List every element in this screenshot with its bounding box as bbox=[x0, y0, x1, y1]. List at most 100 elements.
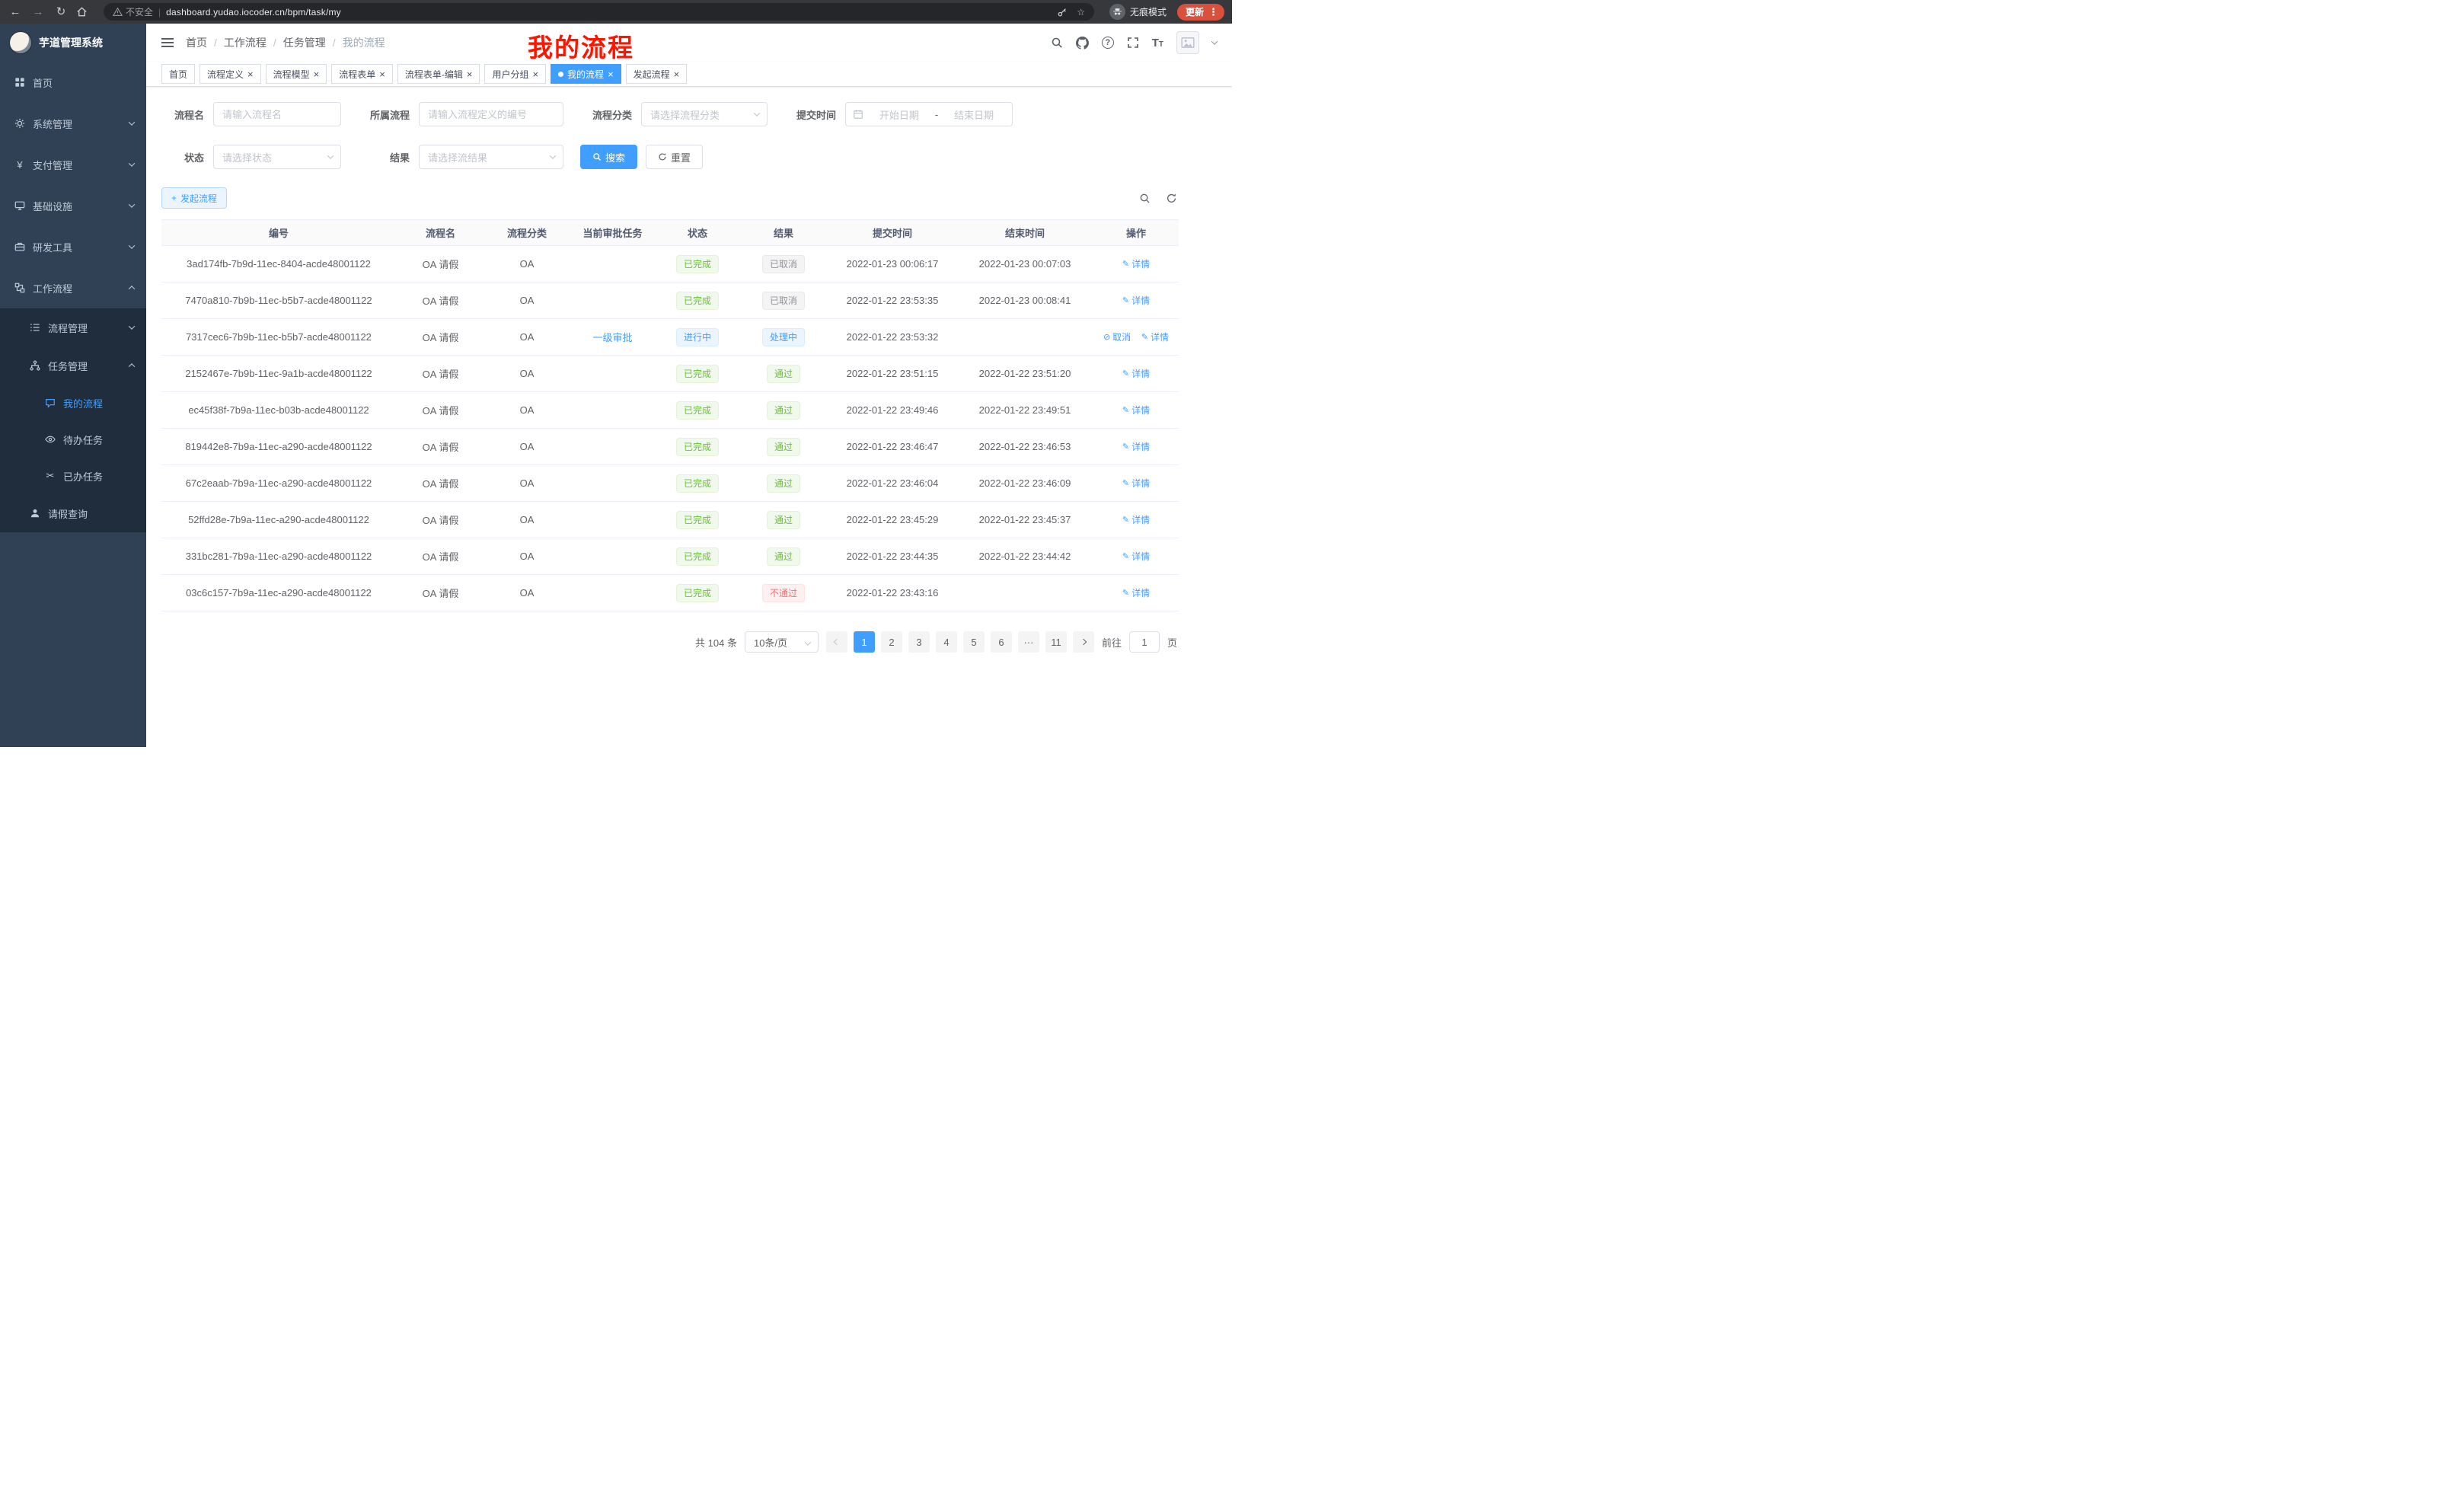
result-select[interactable]: 请选择流结果 bbox=[419, 145, 563, 169]
tab-process-definition[interactable]: 流程定义× bbox=[199, 64, 261, 84]
tab-process-model[interactable]: 流程模型× bbox=[266, 64, 327, 84]
sidebar-item-payment[interactable]: ¥ 支付管理 bbox=[0, 144, 146, 185]
tab-close-icon[interactable]: × bbox=[532, 69, 538, 79]
detail-link[interactable]: ✎详情 bbox=[1122, 477, 1150, 490]
app-title: 芋道管理系统 bbox=[39, 35, 103, 50]
search-icon[interactable] bbox=[1051, 37, 1063, 49]
detail-link[interactable]: ✎详情 bbox=[1122, 513, 1150, 526]
tab-close-icon[interactable]: × bbox=[247, 69, 254, 79]
update-button[interactable]: 更新 ⋮ bbox=[1177, 4, 1224, 21]
sidebar-item-leave-query[interactable]: 请假查询 bbox=[0, 494, 146, 532]
end-date-placeholder[interactable]: 结束日期 bbox=[943, 107, 1005, 122]
tab-close-icon[interactable]: × bbox=[467, 69, 473, 79]
tab-close-icon[interactable]: × bbox=[608, 69, 614, 79]
reset-button[interactable]: 重置 bbox=[646, 145, 703, 169]
sidebar-item-done-tasks[interactable]: ✂ 已办任务 bbox=[0, 458, 146, 494]
detail-link[interactable]: ✎详情 bbox=[1122, 294, 1150, 307]
pager-prev-button[interactable] bbox=[826, 631, 847, 653]
detail-link[interactable]: ✎详情 bbox=[1122, 586, 1150, 599]
pager-page-button[interactable]: 4 bbox=[936, 631, 957, 653]
security-warning[interactable]: 不安全 bbox=[113, 5, 153, 18]
process-name-input[interactable] bbox=[213, 102, 341, 126]
goto-page-input[interactable] bbox=[1129, 631, 1160, 653]
detail-link[interactable]: ✎详情 bbox=[1122, 257, 1150, 270]
goto-prefix: 前往 bbox=[1102, 635, 1122, 650]
category-select[interactable]: 请选择流程分类 bbox=[641, 102, 768, 126]
breadcrumb-item[interactable]: 首页 bbox=[186, 35, 207, 50]
avatar-caret-icon[interactable] bbox=[1211, 38, 1218, 44]
app-logo[interactable]: 芋道管理系统 bbox=[0, 24, 146, 62]
browser-home-icon[interactable] bbox=[76, 6, 91, 18]
font-size-icon[interactable]: TT bbox=[1152, 37, 1163, 49]
edit-icon: ✎ bbox=[1122, 551, 1129, 561]
tab-close-icon[interactable]: × bbox=[314, 69, 320, 79]
status-tag: 已完成 bbox=[676, 365, 719, 383]
menu-fold-icon[interactable] bbox=[161, 38, 174, 47]
process-key-input[interactable] bbox=[419, 102, 563, 126]
sidebar-item-todo-tasks[interactable]: 待办任务 bbox=[0, 421, 146, 458]
detail-link[interactable]: ✎详情 bbox=[1141, 330, 1169, 343]
sidebar-item-workflow[interactable]: 工作流程 bbox=[0, 267, 146, 308]
reload-icon[interactable]: ↻ bbox=[53, 6, 69, 18]
start-process-button[interactable]: + 发起流程 bbox=[161, 187, 227, 209]
tab-start-process[interactable]: 发起流程× bbox=[626, 64, 688, 84]
forward-icon[interactable]: → bbox=[30, 6, 46, 18]
page-size-select[interactable]: 10条/页 bbox=[745, 631, 819, 653]
pager-page-button[interactable]: 1 bbox=[854, 631, 875, 653]
detail-link[interactable]: ✎详情 bbox=[1122, 550, 1150, 563]
table-row: 331bc281-7b9a-11ec-a290-acde48001122 OA … bbox=[161, 538, 1179, 575]
pager-page-button[interactable]: 3 bbox=[908, 631, 930, 653]
edit-icon: ✎ bbox=[1141, 332, 1148, 342]
monitor-icon bbox=[14, 200, 26, 211]
tab-home[interactable]: 首页 bbox=[161, 64, 195, 84]
breadcrumb-item[interactable]: 工作流程 bbox=[224, 35, 267, 50]
detail-link[interactable]: ✎详情 bbox=[1122, 440, 1150, 453]
search-button[interactable]: 搜索 bbox=[580, 145, 637, 169]
sidebar-item-task-management[interactable]: 任务管理 bbox=[0, 346, 146, 385]
breadcrumb-item[interactable]: 任务管理 bbox=[283, 35, 326, 50]
tab-close-icon[interactable]: × bbox=[674, 69, 680, 79]
filter-label-status: 状态 bbox=[161, 150, 204, 164]
status-select[interactable]: 请选择状态 bbox=[213, 145, 341, 169]
address-bar[interactable]: 不安全 | dashboard.yudao.iocoder.cn/bpm/tas… bbox=[104, 3, 1094, 21]
cancel-link[interactable]: ⊘取消 bbox=[1103, 330, 1131, 343]
tab-close-icon[interactable]: × bbox=[379, 69, 385, 79]
edit-icon: ✎ bbox=[1122, 515, 1129, 525]
detail-link[interactable]: ✎详情 bbox=[1122, 404, 1150, 417]
back-icon[interactable]: ← bbox=[8, 6, 23, 18]
tab-process-form-edit[interactable]: 流程表单-编辑× bbox=[397, 64, 480, 84]
pager-page-button[interactable]: 5 bbox=[963, 631, 985, 653]
current-task-link[interactable]: 一级审批 bbox=[592, 332, 632, 343]
sidebar-item-process-management[interactable]: 流程管理 bbox=[0, 308, 146, 346]
start-date-placeholder[interactable]: 开始日期 bbox=[868, 107, 930, 122]
bookmark-star-icon[interactable]: ☆ bbox=[1077, 7, 1085, 18]
pager-page-button[interactable]: 11 bbox=[1045, 631, 1067, 653]
sidebar-item-my-process[interactable]: 我的流程 bbox=[0, 385, 146, 421]
key-icon[interactable] bbox=[1057, 7, 1068, 18]
security-label: 不安全 bbox=[126, 5, 153, 18]
sidebar-item-system[interactable]: 系统管理 bbox=[0, 103, 146, 144]
browser-menu-icon[interactable]: ⋮ bbox=[1206, 6, 1221, 18]
table-refresh-icon[interactable] bbox=[1166, 193, 1177, 204]
pager-next-button[interactable] bbox=[1073, 631, 1094, 653]
pager-page-button[interactable]: 2 bbox=[881, 631, 902, 653]
breadcrumb: 首页 / 工作流程 / 任务管理 / 我的流程 bbox=[186, 35, 385, 50]
github-icon[interactable] bbox=[1076, 37, 1089, 49]
detail-link[interactable]: ✎详情 bbox=[1122, 367, 1150, 380]
col-category: 流程分类 bbox=[485, 220, 569, 246]
pager-more-button[interactable]: ··· bbox=[1018, 631, 1039, 653]
sidebar-item-infrastructure[interactable]: 基础设施 bbox=[0, 185, 146, 226]
submit-time-range-picker[interactable]: 开始日期 - 结束日期 bbox=[845, 102, 1013, 126]
table-search-icon[interactable] bbox=[1139, 193, 1151, 204]
select-caret-icon bbox=[327, 152, 334, 158]
sidebar-item-devtools[interactable]: 研发工具 bbox=[0, 226, 146, 267]
help-icon[interactable]: ? bbox=[1102, 37, 1114, 49]
pager-page-button[interactable]: 6 bbox=[991, 631, 1012, 653]
tab-my-process[interactable]: 我的流程× bbox=[551, 64, 621, 84]
user-avatar[interactable] bbox=[1176, 31, 1199, 54]
tab-user-group[interactable]: 用户分组× bbox=[484, 64, 546, 84]
fullscreen-icon[interactable] bbox=[1127, 37, 1139, 49]
sidebar-item-home[interactable]: 首页 bbox=[0, 62, 146, 103]
tab-process-form[interactable]: 流程表单× bbox=[331, 64, 393, 84]
screen: ← → ↻ 不安全 | dashboard.yudao.iocoder.cn/b… bbox=[0, 0, 1232, 747]
